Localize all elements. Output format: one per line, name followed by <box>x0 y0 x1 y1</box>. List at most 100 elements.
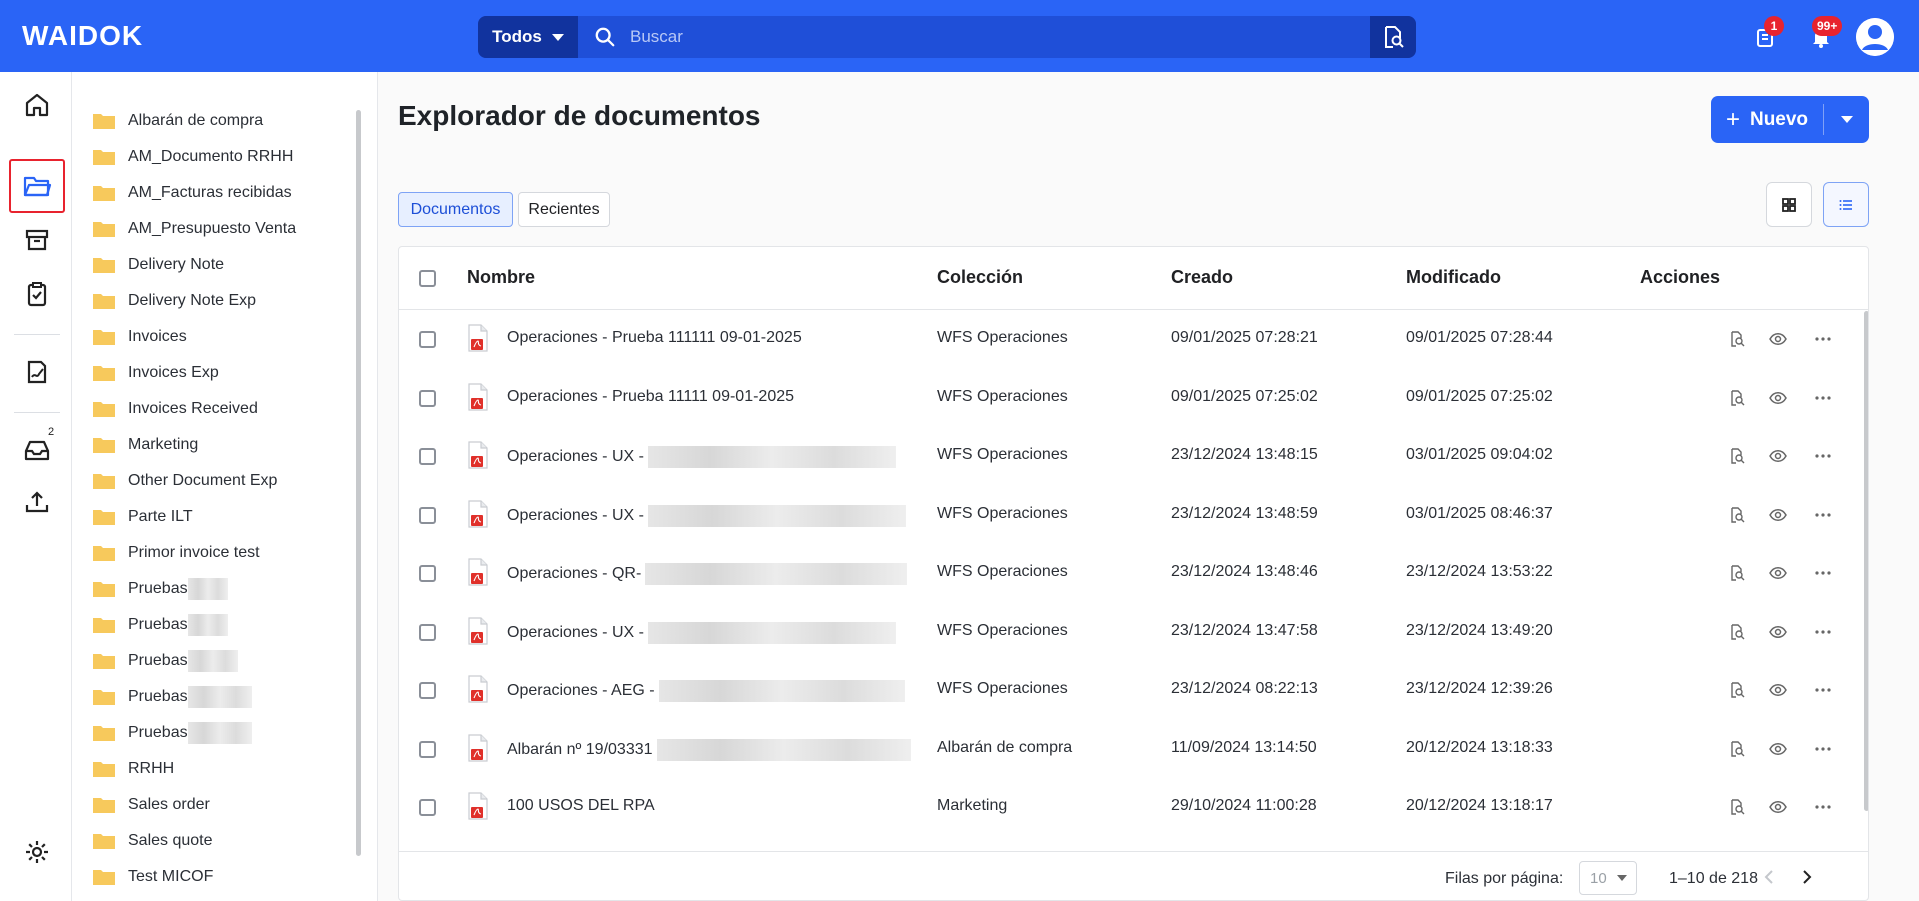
more-actions[interactable] <box>1812 445 1834 467</box>
table-row[interactable]: Operaciones - UX - WFS Operaciones 23/12/2… <box>399 427 1868 485</box>
table-row[interactable]: Operaciones - Prueba 111111 09-01-2025 WF… <box>399 310 1868 368</box>
table-scrollbar[interactable] <box>1864 311 1868 811</box>
row-checkbox[interactable] <box>419 389 436 407</box>
folder-item[interactable]: AM_Facturas recibidas <box>92 178 292 208</box>
column-header-created[interactable]: Creado <box>1171 267 1233 288</box>
rail-archive[interactable] <box>10 214 64 266</box>
user-avatar[interactable] <box>1856 18 1894 56</box>
folder-item[interactable]: Invoices <box>92 322 187 352</box>
folder-item[interactable]: Pruebas <box>92 718 252 748</box>
rail-upload[interactable] <box>10 476 64 528</box>
folder-item[interactable]: Other Document Exp <box>92 466 277 496</box>
folder-item[interactable]: Pruebas <box>92 646 238 676</box>
rail-documents[interactable] <box>9 159 65 213</box>
tasks-button[interactable]: 1 <box>1748 16 1784 54</box>
folder-item[interactable]: Parte ILT <box>92 502 193 532</box>
more-actions[interactable] <box>1812 328 1834 350</box>
document-name[interactable]: Albarán nº 19/03331 <box>507 738 911 761</box>
view-action[interactable] <box>1767 796 1789 818</box>
tab-documentos[interactable]: Documentos <box>398 192 513 227</box>
column-header-name[interactable]: Nombre <box>467 267 535 288</box>
folder-item[interactable]: Test MICOF <box>92 862 213 892</box>
document-search-action[interactable] <box>1726 562 1748 584</box>
new-main-button[interactable]: + Nuevo <box>1711 96 1823 143</box>
column-header-modified[interactable]: Modificado <box>1406 267 1501 288</box>
table-row[interactable]: Operaciones - AEG - WFS Operaciones 23/12/… <box>399 661 1868 719</box>
view-action[interactable] <box>1767 328 1789 350</box>
document-search-action[interactable] <box>1726 387 1748 409</box>
view-action[interactable] <box>1767 445 1789 467</box>
rail-tasks[interactable] <box>10 268 64 320</box>
view-action[interactable] <box>1767 387 1789 409</box>
folder-item[interactable]: RRHH <box>92 754 174 784</box>
folder-item[interactable]: Pruebas <box>92 610 228 640</box>
folder-item[interactable]: Pruebas <box>92 574 228 604</box>
document-name[interactable]: Operaciones - Prueba 111111 09-01-2025 <box>507 329 802 347</box>
row-checkbox[interactable] <box>419 506 436 524</box>
table-row[interactable]: Albarán nº 19/03331 Albarán de compra 11/0… <box>399 720 1868 778</box>
row-checkbox[interactable] <box>419 740 436 758</box>
search-input[interactable] <box>578 16 1368 58</box>
row-checkbox[interactable] <box>419 682 436 699</box>
view-action[interactable] <box>1767 562 1789 584</box>
document-search-action[interactable] <box>1726 738 1748 760</box>
folder-item[interactable]: Delivery Note <box>92 250 224 280</box>
document-search-action[interactable] <box>1726 504 1748 526</box>
folder-item[interactable]: Marketing <box>92 430 198 460</box>
more-actions[interactable] <box>1812 796 1834 818</box>
app-logo[interactable]: WAIDOK <box>22 20 143 52</box>
folder-item[interactable]: Sales quote <box>92 826 213 856</box>
view-action[interactable] <box>1767 679 1789 701</box>
rail-settings[interactable] <box>10 826 64 878</box>
document-name[interactable]: Operaciones - Prueba 11111 09-01-2025 <box>507 388 794 406</box>
select-all-checkbox[interactable] <box>419 270 436 287</box>
folder-item[interactable]: Albarán de compra <box>92 106 263 136</box>
folder-item[interactable]: Primor invoice test <box>92 538 260 568</box>
row-checkbox[interactable] <box>419 799 436 816</box>
folder-item[interactable]: Pruebas <box>92 682 252 712</box>
document-name[interactable]: Operaciones - AEG - <box>507 680 905 702</box>
search-scope-dropdown[interactable]: Todos <box>478 16 578 58</box>
rail-inbox[interactable]: 2 <box>10 424 64 476</box>
view-action[interactable] <box>1767 621 1789 643</box>
document-search-action[interactable] <box>1726 621 1748 643</box>
notifications-button[interactable]: 99+ <box>1804 16 1843 54</box>
tab-recientes[interactable]: Recientes <box>518 192 610 227</box>
new-button[interactable]: + Nuevo <box>1711 96 1869 143</box>
row-checkbox[interactable] <box>419 565 436 582</box>
document-search-action[interactable] <box>1726 445 1748 467</box>
folder-item[interactable]: Invoices Received <box>92 394 258 424</box>
document-name[interactable]: Operaciones - UX - <box>507 504 906 527</box>
table-row[interactable]: Operaciones - QR- WFS Operaciones 23/12/20… <box>399 544 1868 602</box>
next-page-button[interactable] <box>1795 865 1819 889</box>
folder-item[interactable]: AM_Documento RRHH <box>92 142 293 172</box>
table-row[interactable]: 100 USOS DEL RPA Marketing 29/10/2024 11:0… <box>399 778 1868 836</box>
table-row[interactable]: Operaciones - Prueba 11111 09-01-2025 WFS… <box>399 369 1868 427</box>
document-search-action[interactable] <box>1726 679 1748 701</box>
more-actions[interactable] <box>1812 621 1834 643</box>
document-search-button[interactable] <box>1370 16 1416 58</box>
rail-home[interactable] <box>10 79 64 131</box>
more-actions[interactable] <box>1812 738 1834 760</box>
document-name[interactable]: Operaciones - UX - <box>507 621 896 644</box>
row-checkbox[interactable] <box>419 448 436 465</box>
more-actions[interactable] <box>1812 504 1834 526</box>
document-name[interactable]: Operaciones - QR- <box>507 563 908 585</box>
rows-per-page-select[interactable]: 10 <box>1579 861 1637 895</box>
rail-signature[interactable] <box>10 346 64 398</box>
column-header-collection[interactable]: Colección <box>937 267 1023 288</box>
document-name[interactable]: Operaciones - UX - <box>507 446 896 468</box>
document-name[interactable]: 100 USOS DEL RPA <box>507 797 655 815</box>
view-action[interactable] <box>1767 738 1789 760</box>
folder-item[interactable]: AM_Presupuesto Venta <box>92 214 296 244</box>
new-dropdown-toggle[interactable] <box>1824 96 1869 143</box>
grid-view-button[interactable] <box>1766 182 1812 227</box>
folder-item[interactable]: Invoices Exp <box>92 358 219 388</box>
more-actions[interactable] <box>1812 562 1834 584</box>
previous-page-button[interactable] <box>1757 865 1781 889</box>
more-actions[interactable] <box>1812 387 1834 409</box>
more-actions[interactable] <box>1812 679 1834 701</box>
folder-scrollbar[interactable] <box>356 110 361 856</box>
table-row[interactable]: Operaciones - UX - WFS Operaciones 23/12/2… <box>399 486 1868 544</box>
folder-item[interactable]: Delivery Note Exp <box>92 286 256 316</box>
